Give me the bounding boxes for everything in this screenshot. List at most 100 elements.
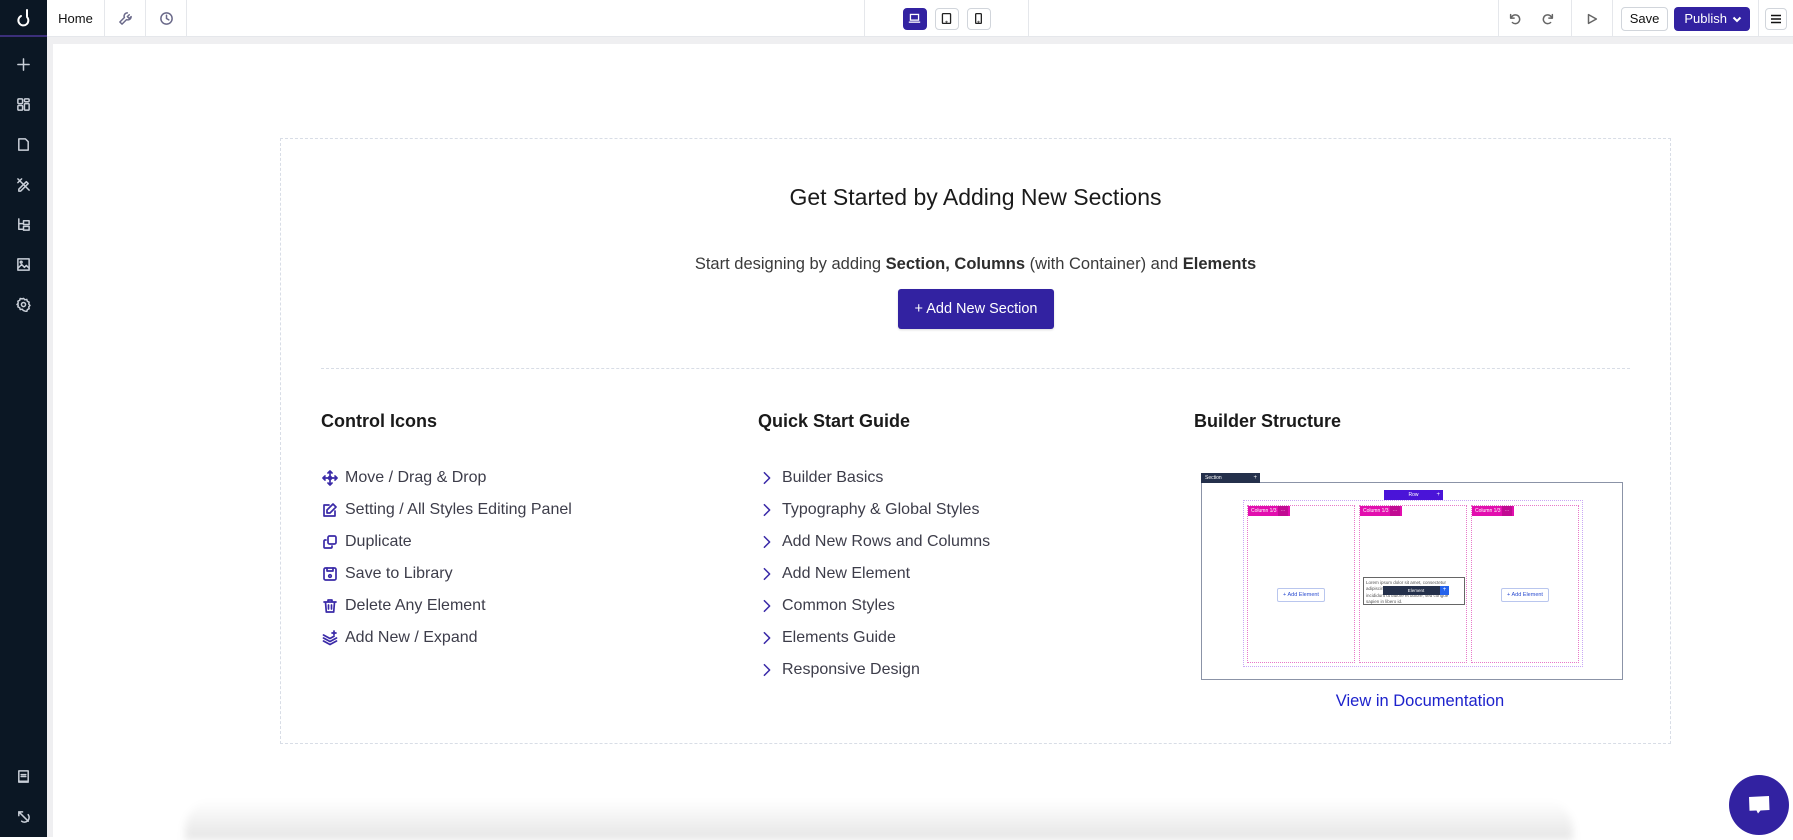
tablet-icon <box>940 12 953 25</box>
chat-bubble-icon <box>1745 791 1773 819</box>
publish-label: Publish <box>1684 11 1727 26</box>
guide-link-label: Builder Basics <box>782 469 883 487</box>
sidebar-design-button[interactable] <box>0 169 47 199</box>
guide-link[interactable]: Common Styles <box>758 590 990 622</box>
plus-icon <box>16 57 31 72</box>
list-item-label: Delete Any Element <box>345 597 486 615</box>
quick-start-column: Quick Start Guide Builder Basics Typogra… <box>758 411 990 686</box>
empty-section-placeholder: Get Started by Adding New Sections Start… <box>280 138 1671 744</box>
desktop-view-button[interactable] <box>903 8 927 30</box>
list-item-label: Setting / All Styles Editing Panel <box>345 501 572 519</box>
quick-start-list: Builder Basics Typography & Global Style… <box>758 462 990 686</box>
chat-button[interactable] <box>1729 775 1789 835</box>
illustration-section-tag: Section <box>1201 473 1260 483</box>
gear-icon <box>16 297 31 312</box>
guide-link-label: Responsive Design <box>782 661 920 679</box>
list-item: Duplicate <box>321 526 572 558</box>
control-icons-heading: Control Icons <box>321 411 572 431</box>
menu-button[interactable] <box>1765 8 1787 30</box>
pen-ruler-icon <box>16 177 31 192</box>
wrench-icon <box>118 11 133 26</box>
sidebar-pages-button[interactable] <box>0 129 47 159</box>
intro-text-bold: Elements <box>1183 255 1256 273</box>
page-canvas: Get Started by Adding New Sections Start… <box>53 44 1793 837</box>
guide-link[interactable]: Elements Guide <box>758 622 990 654</box>
guide-link[interactable]: Builder Basics <box>758 462 990 494</box>
guide-link-label: Common Styles <box>782 597 895 615</box>
mobile-view-button[interactable] <box>967 8 991 30</box>
guide-link[interactable]: Add New Element <box>758 558 990 590</box>
quick-start-heading: Quick Start Guide <box>758 411 990 431</box>
illustration-column: Column 1/3 + Add Element <box>1471 505 1579 663</box>
redo-icon <box>1541 12 1555 26</box>
intro-text: Start designing by adding Section, Colum… <box>281 255 1670 274</box>
duplicate-icon <box>321 534 338 551</box>
preview-button[interactable] <box>1572 0 1612 37</box>
tree-icon <box>16 217 31 232</box>
list-item: Setting / All Styles Editing Panel <box>321 494 572 526</box>
builder-structure-illustration: Section Row Column 1/3 + Add Element Col… <box>1193 472 1623 684</box>
view-documentation-link[interactable]: View in Documentation <box>1201 692 1639 711</box>
undo-button[interactable] <box>1499 0 1532 37</box>
tablet-view-button[interactable] <box>935 8 959 30</box>
tab-home[interactable]: Home <box>47 0 105 37</box>
list-item-label: Duplicate <box>345 533 412 551</box>
list-item-label: Save to Library <box>345 565 453 583</box>
chevron-right-icon <box>758 470 775 487</box>
illustration-column: Column 1/3 Lorem ipsum dolor sit amet, c… <box>1359 505 1467 663</box>
sidebar-exit-button[interactable] <box>0 801 47 831</box>
chevron-right-icon <box>758 662 775 679</box>
right-toolbar: Save Publish <box>1498 0 1793 37</box>
sidebar-elements-button[interactable] <box>0 89 47 119</box>
guide-link[interactable]: Responsive Design <box>758 654 990 686</box>
guide-link[interactable]: Typography & Global Styles <box>758 494 990 526</box>
page-icon <box>16 137 31 152</box>
next-section-shadow <box>185 800 1573 840</box>
move-icon <box>321 470 338 487</box>
chevron-right-icon <box>758 630 775 647</box>
list-item-label: Add New / Expand <box>345 629 478 647</box>
guide-link-label: Add New Element <box>782 565 910 583</box>
sidebar-docs-button[interactable] <box>0 761 47 791</box>
grid-icon <box>16 97 31 112</box>
chevron-right-icon <box>758 502 775 519</box>
illustration-column-tag: Column 1/3 <box>1472 506 1514 516</box>
book-icon <box>16 769 31 784</box>
guide-link[interactable]: Add New Rows and Columns <box>758 526 990 558</box>
control-icons-list: Move / Drag & Drop Setting / All Styles … <box>321 462 572 654</box>
sidebar-media-button[interactable] <box>0 249 47 279</box>
illustration-column-tag: Column 1/3 <box>1360 506 1402 516</box>
image-icon <box>16 257 31 272</box>
top-toolbar: Home Save Publish <box>47 0 1793 37</box>
list-item: Delete Any Element <box>321 590 572 622</box>
intro-text-bold: Section, Columns <box>886 255 1025 273</box>
chevron-right-icon <box>758 534 775 551</box>
publish-button[interactable]: Publish <box>1674 7 1750 31</box>
guide-link-label: Typography & Global Styles <box>782 501 979 519</box>
save-button[interactable]: Save <box>1621 7 1669 31</box>
history-button[interactable] <box>146 0 187 37</box>
illustration-element-tag: Element <box>1383 586 1449 595</box>
intro-text-part: (with Container) and <box>1025 255 1183 273</box>
divider <box>1758 0 1759 37</box>
edit-icon <box>321 502 338 519</box>
app-logo[interactable] <box>0 0 47 37</box>
builder-structure-column: Builder Structure <box>1194 411 1341 431</box>
trash-icon <box>321 598 338 615</box>
control-icons-column: Control Icons Move / Drag & Drop Setting… <box>321 411 572 654</box>
sidebar-add-button[interactable] <box>0 49 47 79</box>
clock-icon <box>159 11 174 26</box>
sidebar-settings-button[interactable] <box>0 289 47 319</box>
intro-text-part: Start designing by adding <box>695 255 886 273</box>
sidebar-navigator-button[interactable] <box>0 209 47 239</box>
divider <box>1612 0 1613 37</box>
undo-icon <box>1508 12 1522 26</box>
left-sidebar <box>0 0 47 837</box>
layers-plus-icon <box>321 630 338 647</box>
tools-button[interactable] <box>105 0 146 37</box>
save-icon <box>321 566 338 583</box>
redo-button[interactable] <box>1532 0 1565 37</box>
add-new-section-button[interactable]: + Add New Section <box>898 289 1054 329</box>
device-switcher <box>864 0 1029 37</box>
section-divider <box>321 368 1630 369</box>
